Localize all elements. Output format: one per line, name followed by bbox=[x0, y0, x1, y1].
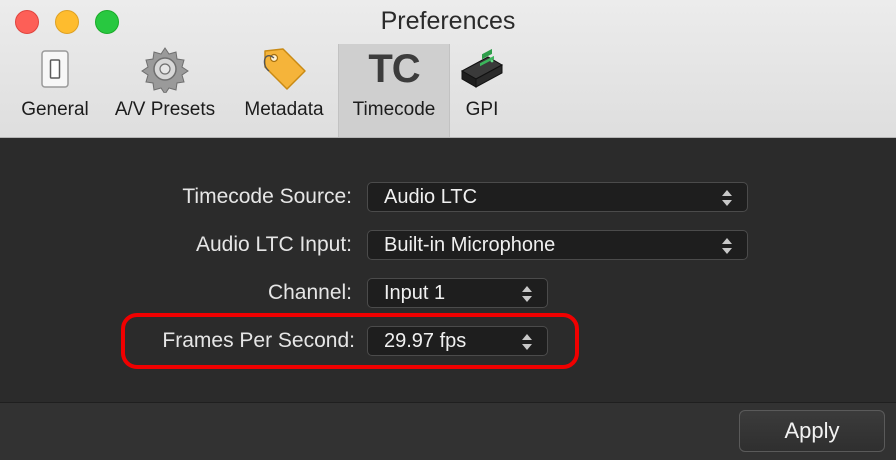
tab-metadata[interactable]: Metadata bbox=[236, 44, 332, 137]
tag-icon bbox=[259, 44, 309, 94]
preferences-window: Preferences General A/V Presets Metadata… bbox=[0, 0, 896, 460]
tab-label: A/V Presets bbox=[114, 99, 216, 120]
timecode-source-label: Timecode Source: bbox=[182, 185, 352, 208]
timecode-source-value: Audio LTC bbox=[384, 186, 478, 208]
tab-label: General bbox=[21, 99, 89, 120]
audio-ltc-input-label: Audio LTC Input: bbox=[195, 233, 352, 256]
footer-bar: Apply bbox=[0, 402, 896, 460]
tc-icon: TC bbox=[368, 44, 420, 94]
tab-general[interactable]: General bbox=[11, 44, 99, 137]
switch-icon bbox=[40, 44, 70, 94]
tab-av-presets[interactable]: A/V Presets bbox=[106, 44, 224, 137]
channel-value: Input 1 bbox=[384, 282, 446, 304]
audio-ltc-input-select[interactable]: Built-in Microphone bbox=[367, 230, 748, 260]
tab-timecode[interactable]: TC Timecode bbox=[338, 44, 450, 137]
fps-highlight-annotation bbox=[121, 313, 579, 369]
apply-button[interactable]: Apply bbox=[739, 410, 885, 452]
gpi-device-icon bbox=[458, 44, 506, 94]
updown-arrows-icon bbox=[722, 238, 732, 254]
channel-label: Channel: bbox=[267, 281, 352, 304]
updown-arrows-icon bbox=[522, 286, 532, 302]
tab-label: Timecode bbox=[352, 99, 436, 120]
audio-ltc-input-value: Built-in Microphone bbox=[384, 234, 556, 256]
timecode-settings-panel: Timecode Source: Audio LTC Audio LTC Inp… bbox=[0, 138, 896, 402]
timecode-source-row: Timecode Source: Audio LTC bbox=[0, 180, 896, 214]
gear-icon bbox=[141, 44, 189, 94]
updown-arrows-icon bbox=[722, 190, 732, 206]
toolbar: Preferences General A/V Presets Metadata… bbox=[0, 0, 896, 138]
tab-label: GPI bbox=[465, 99, 499, 120]
timecode-source-select[interactable]: Audio LTC bbox=[367, 182, 748, 212]
window-title: Preferences bbox=[380, 7, 516, 35]
tc-glyph: TC bbox=[368, 47, 420, 91]
channel-row: Channel: Input 1 bbox=[0, 276, 896, 310]
tab-label: Metadata bbox=[244, 99, 324, 120]
audio-ltc-input-row: Audio LTC Input: Built-in Microphone bbox=[0, 228, 896, 262]
tab-gpi[interactable]: GPI bbox=[456, 44, 508, 137]
channel-select[interactable]: Input 1 bbox=[367, 278, 548, 308]
